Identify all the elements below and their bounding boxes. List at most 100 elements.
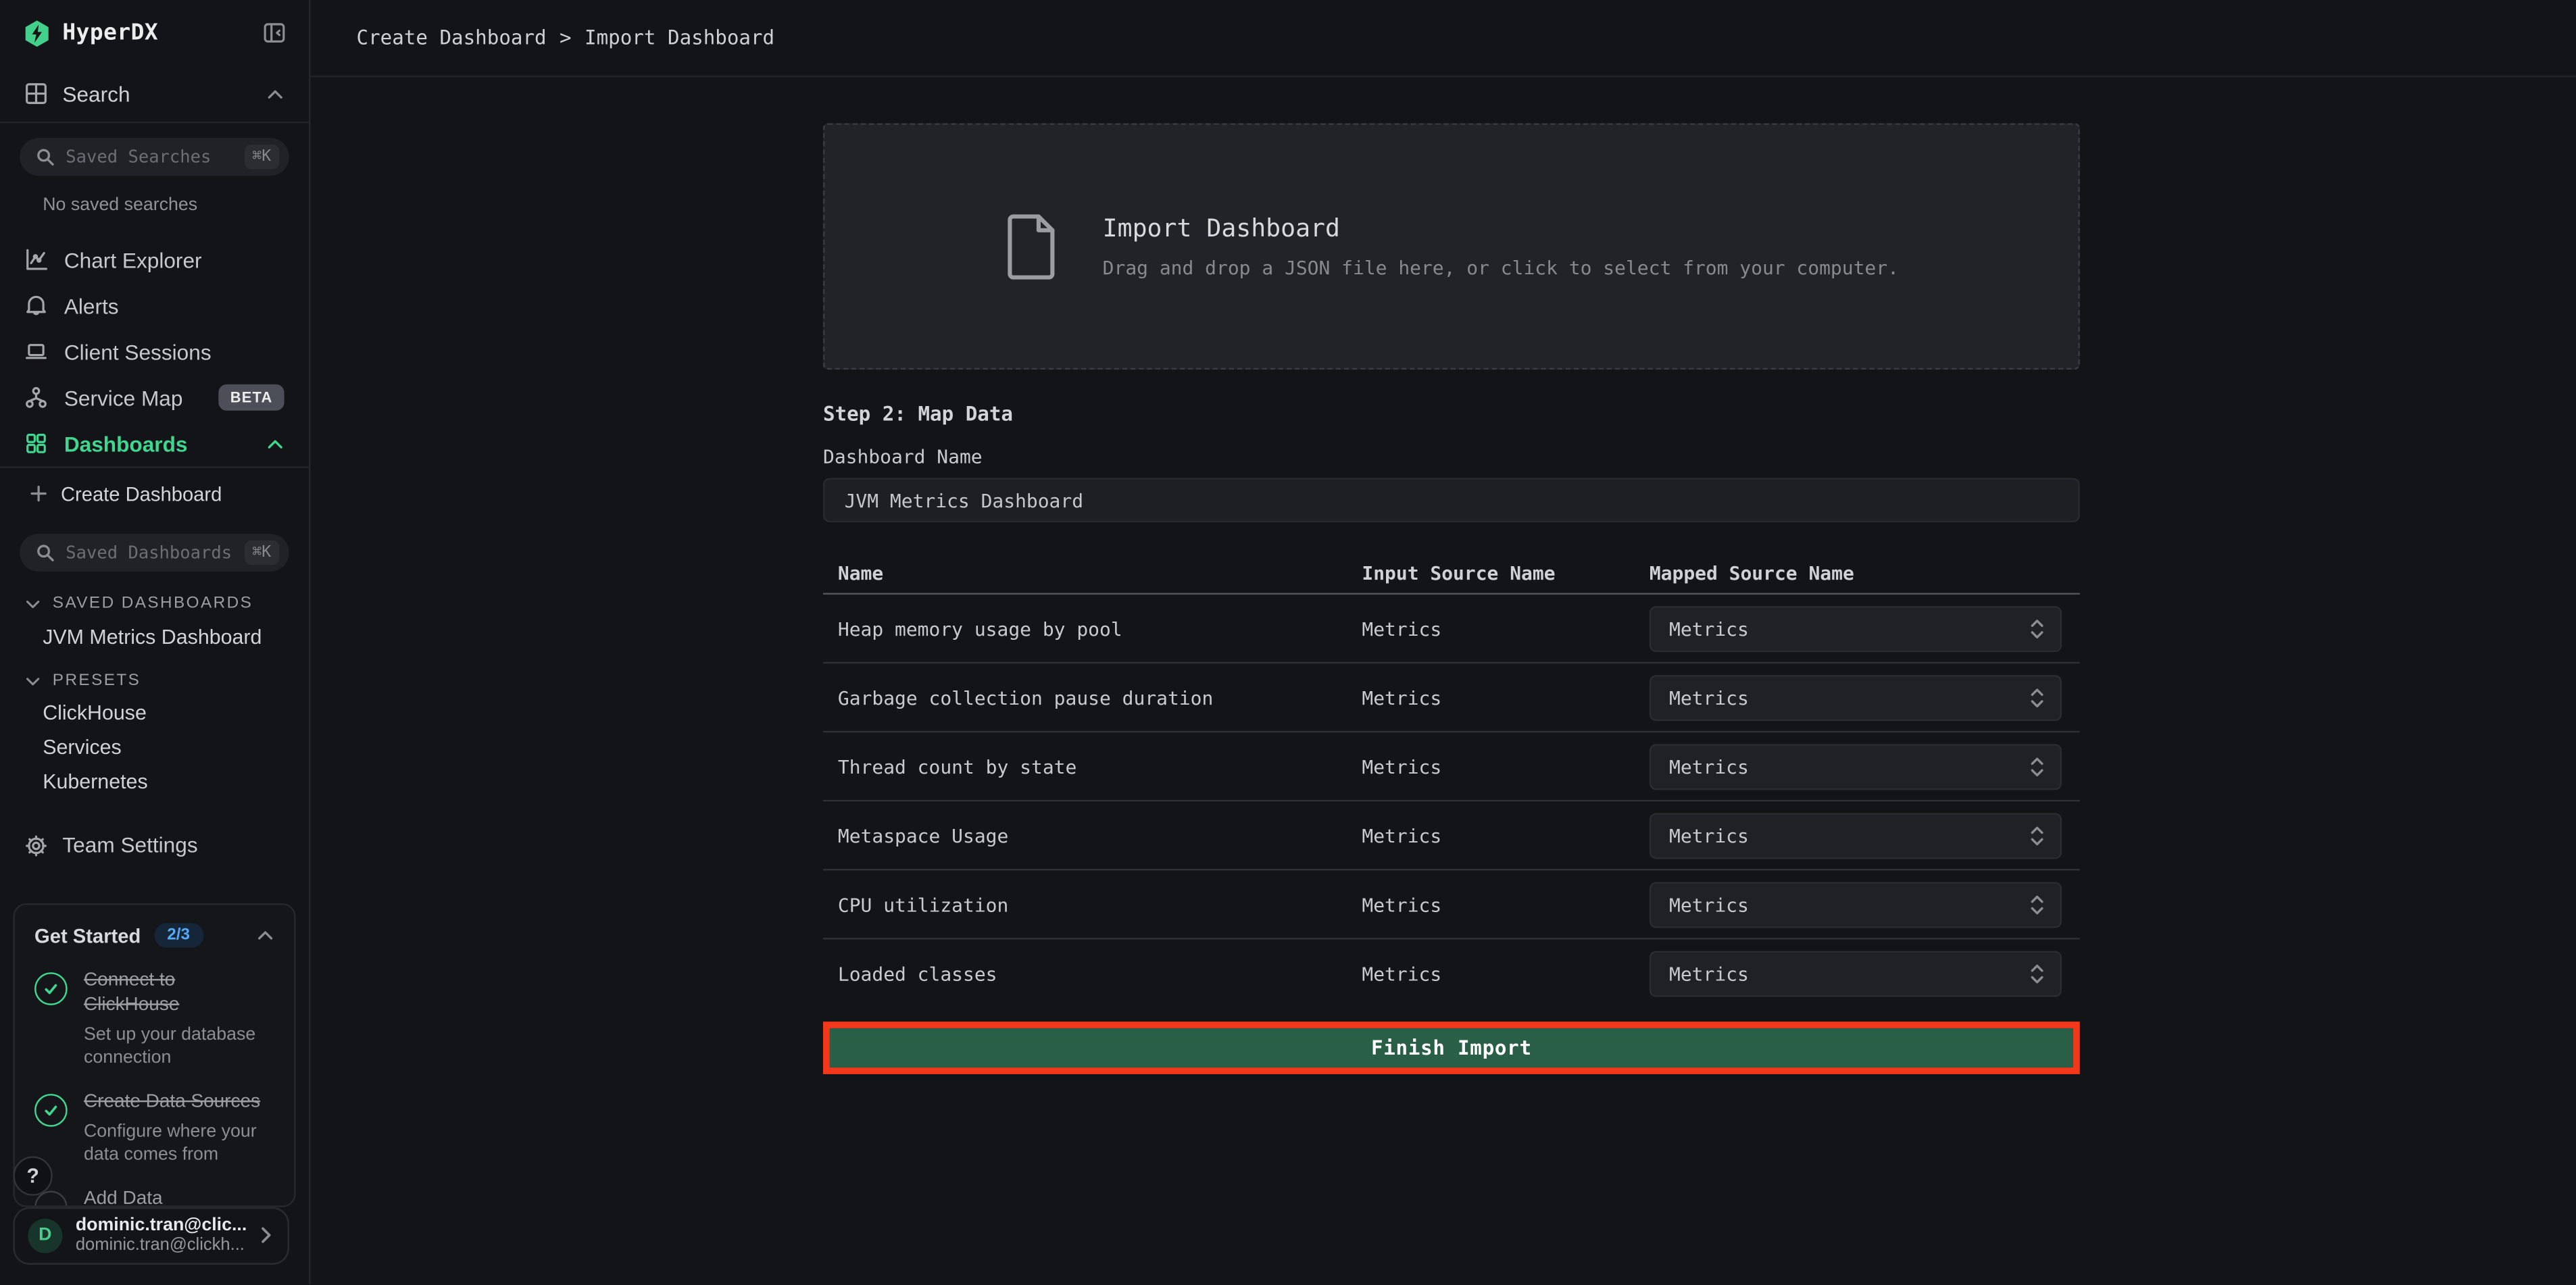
app-title: HyperDX (62, 20, 158, 46)
sidebar-item-label: Alerts (64, 294, 119, 318)
get-started-card: Get Started 2/3 Connect to ClickHouse Se… (13, 903, 295, 1206)
chevron-up-down-icon (2029, 963, 2045, 986)
avatar: D (28, 1218, 62, 1253)
mapping-table: Name Input Source Name Mapped Source Nam… (823, 552, 2080, 1009)
get-started-step-sources[interactable]: Create Data Sources Configure where your… (34, 1091, 274, 1167)
search-section-toggle[interactable]: Search (0, 66, 309, 124)
mapped-source-select[interactable]: Metrics (1650, 674, 2062, 720)
saved-searches-placeholder: Saved Searches (66, 148, 232, 168)
annotation-highlight: Finish Import (823, 1022, 2080, 1074)
sidebar-item-service-map[interactable]: Service Map BETA (0, 375, 309, 421)
step-text: Create Data Sources Configure where your… (84, 1091, 268, 1167)
sidebar-item-client-sessions[interactable]: Client Sessions (0, 329, 309, 375)
home-link[interactable]: HyperDX (23, 19, 158, 47)
mapped-source-select[interactable]: Metrics (1650, 743, 2062, 789)
step-text: Connect to ClickHouse Set up your databa… (84, 969, 268, 1069)
table-header-row: Name Input Source Name Mapped Source Nam… (823, 552, 2080, 595)
selected-value: Metrics (1669, 617, 1749, 640)
input-source-name: Metrics (1362, 686, 1649, 709)
get-started-step-connect[interactable]: Connect to ClickHouse Set up your databa… (34, 969, 274, 1069)
sidebar-item-dashboards[interactable]: Dashboards (0, 421, 309, 467)
import-dropzone[interactable]: Import Dashboard Drag and drop a JSON fi… (823, 123, 2080, 370)
mapped-source-select[interactable]: Metrics (1650, 951, 2062, 997)
input-source-name: Metrics (1362, 892, 1649, 915)
chart-name: Metaspace Usage (823, 824, 1362, 847)
saved-dashboards-group-toggle[interactable]: SAVED DASHBOARDS (24, 595, 309, 613)
chart-name: CPU utilization (823, 892, 1362, 915)
mapped-source-select[interactable]: Metrics (1650, 605, 2062, 651)
step-desc: Set up your database connection (84, 1024, 268, 1069)
sidebar-item-kubernetes[interactable]: Kubernetes (43, 770, 309, 793)
breadcrumb-create-dashboard[interactable]: Create Dashboard (357, 26, 547, 49)
plus-icon (30, 485, 48, 503)
selected-value: Metrics (1669, 892, 1749, 915)
topbar: Create Dashboard > Import Dashboard (310, 0, 2575, 77)
chevron-down-icon (24, 595, 41, 611)
step-title: Add Data (84, 1188, 268, 1207)
selected-value: Metrics (1669, 824, 1749, 847)
app-window: HyperDX Search Saved Searches ⌘K No save… (0, 0, 2576, 1284)
file-icon (1004, 212, 1060, 281)
chart-name: Heap memory usage by pool (823, 617, 1362, 640)
create-dashboard-button[interactable]: Create Dashboard (0, 472, 309, 516)
chevron-up-down-icon (2029, 686, 2045, 709)
main-area: Create Dashboard > Import Dashboard Impo… (310, 0, 2575, 1284)
user-text: dominic.tran@clic... dominic.tran@clickh… (76, 1216, 245, 1255)
breadcrumb-import-dashboard[interactable]: Import Dashboard (585, 26, 774, 49)
sidebar-item-chart-explorer[interactable]: Chart Explorer (0, 237, 309, 283)
selected-value: Metrics (1669, 686, 1749, 709)
dashboard-name-input[interactable] (823, 478, 2080, 522)
selected-value: Metrics (1669, 963, 1749, 986)
step-text: Add Data Start sending logs, metrics, or… (84, 1188, 268, 1207)
step-desc: Configure where your data comes from (84, 1120, 268, 1166)
dropzone-title: Import Dashboard (1103, 213, 1899, 243)
chart-name: Garbage collection pause duration (823, 686, 1362, 709)
input-source-name: Metrics (1362, 617, 1649, 640)
sidebar: HyperDX Search Saved Searches ⌘K No save… (0, 0, 310, 1284)
get-started-step-add-data[interactable]: Add Data Start sending logs, metrics, or… (34, 1188, 274, 1207)
user-menu[interactable]: D dominic.tran@clic... dominic.tran@clic… (13, 1207, 289, 1265)
chevron-right-icon (258, 1226, 274, 1245)
hyperdx-logo-icon (23, 19, 51, 47)
breadcrumb: Create Dashboard > Import Dashboard (357, 26, 775, 49)
team-settings-label: Team Settings (62, 833, 197, 857)
sidebar-item-label: Service Map (64, 386, 183, 410)
search-icon (36, 544, 54, 562)
mapped-source-select[interactable]: Metrics (1650, 812, 2062, 858)
sidebar-item-label: Dashboards (64, 432, 188, 456)
dashboards-icon (24, 432, 47, 455)
service-map-icon (24, 386, 47, 409)
chevron-up-down-icon (2029, 617, 2045, 640)
collapse-sidebar-icon[interactable] (263, 22, 286, 45)
table-row: Garbage collection pause duration Metric… (823, 663, 2080, 732)
sidebar-item-services[interactable]: Services (43, 736, 309, 759)
mapped-source-select[interactable]: Metrics (1650, 881, 2062, 927)
chevron-up-down-icon (2029, 755, 2045, 778)
finish-import-button[interactable]: Finish Import (830, 1028, 2073, 1067)
team-settings-link[interactable]: Team Settings (0, 830, 309, 861)
presets-group-toggle[interactable]: PRESETS (24, 672, 309, 690)
get-started-toggle[interactable]: Get Started 2/3 (34, 924, 274, 948)
logo-row: HyperDX (0, 0, 309, 66)
column-header-name: Name (823, 561, 1362, 584)
saved-searches-input[interactable]: Saved Searches ⌘K (20, 138, 289, 176)
input-source-name: Metrics (1362, 824, 1649, 847)
saved-dashboards-input[interactable]: Saved Dashboards ⌘K (20, 534, 289, 572)
import-dashboard-panel: Import Dashboard Drag and drop a JSON fi… (823, 77, 2080, 1074)
shortcut-badge: ⌘K (244, 145, 279, 170)
search-section-icon (24, 82, 47, 105)
sidebar-item-clickhouse[interactable]: ClickHouse (43, 701, 309, 724)
sidebar-nav: Chart Explorer Alerts Client Sessions Se… (0, 237, 309, 469)
help-button[interactable]: ? (13, 1156, 52, 1195)
sidebar-item-jvm-metrics-dashboard[interactable]: JVM Metrics Dashboard (43, 626, 309, 649)
table-row: CPU utilization Metrics Metrics (823, 870, 2080, 939)
input-source-name: Metrics (1362, 755, 1649, 778)
sidebar-item-alerts[interactable]: Alerts (0, 283, 309, 329)
table-row: Heap memory usage by pool Metrics Metric… (823, 595, 2080, 663)
search-icon (36, 149, 54, 167)
chevron-up-icon (266, 435, 284, 453)
check-circle-icon (34, 1094, 68, 1127)
no-saved-searches-text: No saved searches (43, 196, 309, 216)
chevron-up-down-icon (2029, 824, 2045, 847)
input-source-name: Metrics (1362, 963, 1649, 986)
